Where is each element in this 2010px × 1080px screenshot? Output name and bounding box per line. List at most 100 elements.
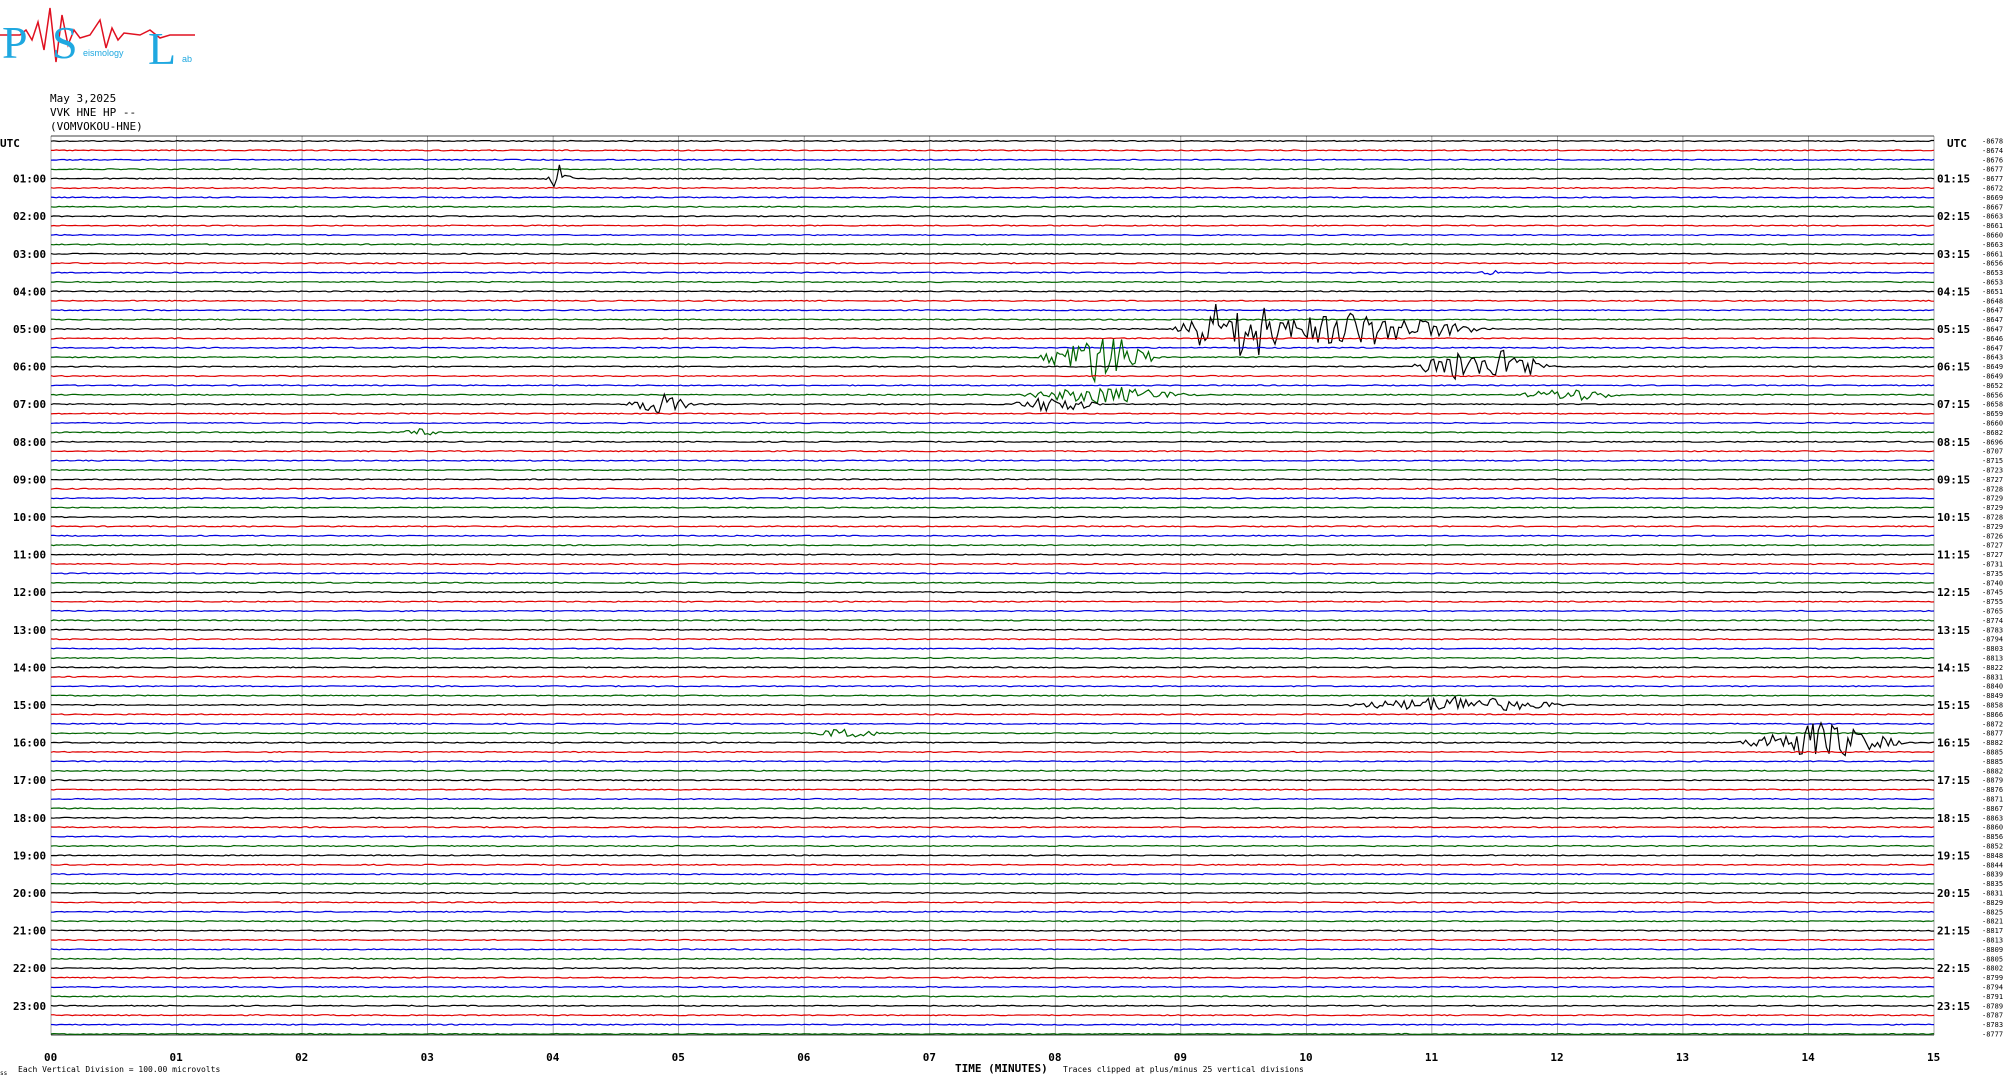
trace-line-24: [50, 349, 1935, 381]
line-offset-label: -8653: [1982, 269, 2003, 277]
left-hour-labels: 01:00 02:00 03:00 04:00 05:00 06:00 07:00 08:00…: [13, 173, 46, 1013]
line-offset-label: -8817: [1982, 927, 2003, 935]
right-hour-label: 05:15: [1937, 323, 1970, 336]
line-offset-label: -8831: [1982, 673, 2003, 681]
right-hour-label: 23:15: [1937, 1000, 1970, 1013]
x-tick-label: 07: [923, 1051, 936, 1064]
line-offset-label: -8727: [1982, 476, 2003, 484]
line-offset-label: -8852: [1982, 843, 2003, 851]
psl-logo: P S eismology L ab: [0, 7, 195, 70]
line-offset-label: -8651: [1982, 288, 2003, 296]
line-offset-labels: -8678-8674-8676 -8677-8677 -8672-8669-8667…: [1982, 138, 2003, 1039]
division-note: Each Vertical Division = 100.00 microvol…: [18, 1065, 220, 1074]
left-hour-label: 05:00: [13, 323, 46, 336]
right-hour-labels: 01:15 02:15 03:15 04:15 05:15 06:15 07:15 08:15…: [1937, 173, 1970, 1013]
line-offset-label: -8863: [1982, 814, 2003, 822]
line-offset-label: -8809: [1982, 946, 2003, 954]
trace-line-82: [50, 910, 1935, 913]
trace-line-65: [50, 750, 1935, 754]
line-offset-label: -8674: [1982, 147, 2003, 155]
line-offset-label: -8729: [1982, 523, 2003, 531]
trace-line-60: [51, 695, 1935, 711]
trace-line-63: [50, 728, 1935, 738]
trace-line-92: [50, 1004, 1935, 1007]
trace-line-31: [50, 428, 1935, 436]
right-hour-label: 11:15: [1937, 549, 1970, 562]
trace-line-35: [50, 468, 1934, 472]
left-hour-label: 10:00: [13, 511, 46, 524]
trace-line-80: [50, 891, 1935, 895]
trace-line-73: [50, 826, 1935, 829]
trace-line-34: [50, 459, 1935, 462]
trace-line-27: [50, 387, 1935, 404]
trace-line-37: [50, 487, 1935, 490]
trace-line-76: [50, 854, 1935, 857]
line-offset-label: -8728: [1982, 485, 2003, 493]
line-offset-label: -8740: [1982, 579, 2003, 587]
left-axis-utc-label: UTC: [0, 137, 20, 150]
trace-line-9: [50, 224, 1935, 227]
line-offset-label: -8858: [1982, 702, 2003, 710]
right-hour-label: 14:15: [1937, 661, 1970, 674]
trace-line-44: [50, 553, 1934, 556]
line-offset-label: -8677: [1982, 166, 2003, 174]
trace-line-49: [50, 600, 1935, 603]
trace-line-14: [50, 269, 1935, 276]
trace-line-6: [50, 196, 1935, 199]
logo-letter-l: L: [148, 23, 176, 70]
right-hour-label: 18:15: [1937, 812, 1970, 825]
line-offset-label: -8660: [1982, 232, 2003, 240]
right-hour-label: 02:15: [1937, 210, 1970, 223]
left-hour-label: 18:00: [13, 812, 46, 825]
left-hour-label: 21:00: [13, 925, 46, 938]
trace-line-94: [50, 1023, 1935, 1026]
header-date: May 3,2025: [50, 92, 117, 105]
trace-line-32: [50, 440, 1935, 443]
trace-line-19: [50, 318, 1935, 321]
trace-line-50: [50, 609, 1935, 613]
left-hour-label: 15:00: [13, 699, 46, 712]
line-offset-label: -8783: [1982, 1021, 2003, 1029]
line-offset-label: -8656: [1982, 391, 2003, 399]
trace-line-67: [50, 769, 1935, 772]
line-offset-label: -8647: [1982, 316, 2003, 324]
line-offset-label: -8872: [1982, 720, 2003, 728]
line-offset-label: -8856: [1982, 833, 2003, 841]
line-offset-label: -8876: [1982, 786, 2003, 794]
trace-line-87: [50, 957, 1935, 960]
left-hour-label: 07:00: [13, 398, 46, 411]
x-tick-label: 00: [44, 1051, 57, 1064]
line-offset-label: -8848: [1982, 852, 2003, 860]
trace-line-33: [50, 450, 1935, 453]
x-tick-label: 12: [1550, 1051, 1563, 1064]
x-tick-label: 08: [1048, 1051, 1061, 1064]
line-offset-label: -8727: [1982, 551, 2003, 559]
trace-line-79: [51, 882, 1934, 885]
trace-line-30: [50, 421, 1935, 425]
line-offset-label: -8799: [1982, 974, 2003, 982]
line-offset-label: -8783: [1982, 626, 2003, 634]
line-offset-label: -8729: [1982, 504, 2003, 512]
seismic-traces: [50, 139, 1935, 1036]
line-offset-label: -8794: [1982, 984, 2003, 992]
trace-line-71: [50, 807, 1935, 810]
line-offset-label: -8731: [1982, 561, 2003, 569]
trace-line-62: [50, 722, 1935, 725]
right-hour-label: 20:15: [1937, 887, 1970, 900]
trace-line-13: [51, 262, 1935, 265]
trace-line-85: [50, 938, 1935, 942]
logo-word-lab: ab: [182, 54, 192, 64]
left-hour-label: 19:00: [13, 849, 46, 862]
line-offset-label: -8663: [1982, 213, 2003, 221]
line-offset-label: -8774: [1982, 617, 2003, 625]
line-offset-label: -8649: [1982, 363, 2003, 371]
left-hour-label: 13:00: [13, 624, 46, 637]
trace-line-2: [50, 158, 1935, 161]
trace-line-18: [50, 309, 1935, 312]
trace-line-45: [50, 562, 1935, 566]
line-offset-label: -8877: [1982, 730, 2003, 738]
line-offset-label: -8676: [1982, 156, 2003, 164]
line-offset-label: -8646: [1982, 335, 2003, 343]
right-hour-label: 08:15: [1937, 436, 1970, 449]
x-tick-label: 13: [1676, 1051, 1689, 1064]
